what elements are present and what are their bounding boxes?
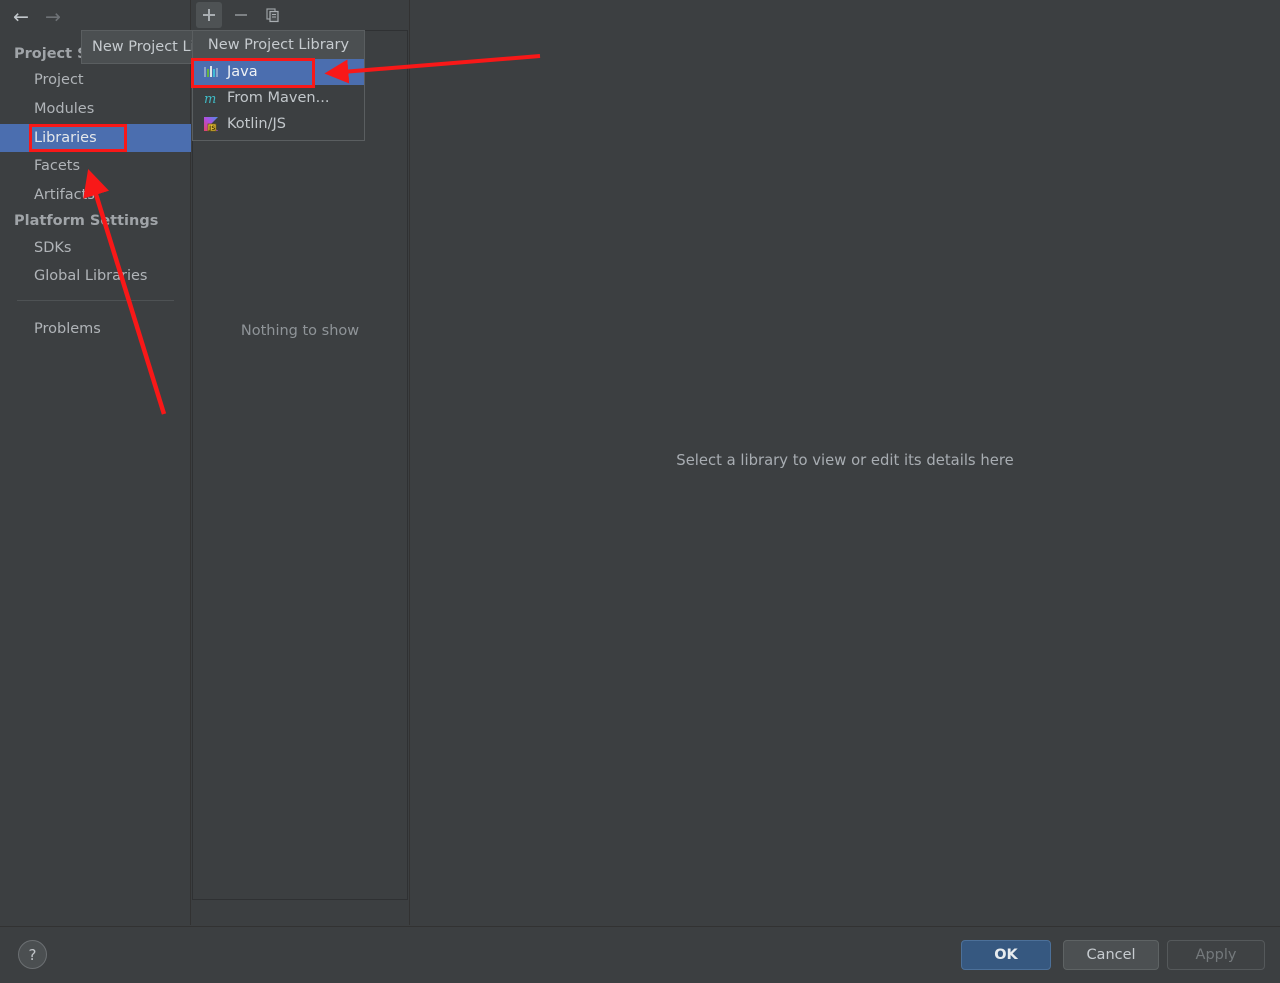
remove-library-button[interactable] (228, 2, 254, 28)
question-mark-icon: ? (28, 945, 37, 964)
maven-icon: m (204, 92, 216, 106)
sidebar-item-label: Project (34, 72, 84, 88)
sidebar-item-sdks[interactable]: SDKs (0, 234, 191, 262)
empty-list-message: Nothing to show (240, 323, 360, 339)
apply-button-label: Apply (1195, 947, 1237, 963)
svg-text:m: m (204, 92, 216, 106)
svg-text:JS: JS (208, 125, 216, 132)
sidebar: ← → Project Settings Project Modules Lib… (0, 0, 191, 925)
arrow-right-icon[interactable]: → (40, 4, 66, 30)
sidebar-item-global-libraries[interactable]: Global Libraries (0, 262, 191, 290)
ok-button[interactable]: OK (961, 940, 1051, 970)
library-detail-panel: Select a library to view or edit its det… (410, 0, 1280, 925)
apply-button: Apply (1167, 940, 1265, 970)
sidebar-item-artifacts[interactable]: Artifacts (0, 181, 191, 209)
popup-item-label: Java (227, 64, 258, 80)
ok-button-label: OK (994, 947, 1018, 963)
cancel-button-label: Cancel (1086, 947, 1136, 963)
sidebar-item-label: Modules (34, 101, 95, 117)
sidebar-item-label: Artifacts (34, 187, 95, 203)
popup-item-label: From Maven... (227, 90, 330, 106)
libraries-toolbar (192, 0, 409, 30)
popup-item-from-maven[interactable]: m From Maven... (193, 85, 364, 111)
sidebar-item-label: Global Libraries (34, 268, 148, 284)
popup-item-label: Kotlin/JS (227, 116, 286, 132)
sidebar-divider (17, 300, 174, 301)
sidebar-item-label: Problems (34, 321, 101, 337)
copy-library-button[interactable] (260, 2, 286, 28)
popup-item-java[interactable]: Java (193, 59, 364, 85)
copy-icon (266, 8, 279, 23)
cancel-button[interactable]: Cancel (1063, 940, 1159, 970)
sidebar-item-label: Facets (34, 158, 81, 174)
sidebar-item-project[interactable]: Project (0, 66, 191, 94)
popup-item-kotlin-js[interactable]: JS Kotlin/JS (193, 111, 364, 137)
kotlin-js-icon: JS (204, 117, 218, 132)
sidebar-item-libraries[interactable]: Libraries (0, 124, 191, 152)
detail-empty-message: Select a library to view or edit its det… (676, 452, 1014, 469)
sidebar-item-modules[interactable]: Modules (0, 95, 191, 123)
minus-icon (235, 14, 247, 16)
project-structure-dialog: ← → Project Settings Project Modules Lib… (0, 0, 1280, 983)
sidebar-section-title-platform-settings: Platform Settings (14, 213, 159, 229)
arrow-left-icon[interactable]: ← (8, 4, 34, 30)
sidebar-item-label: SDKs (34, 240, 72, 256)
add-library-button[interactable] (196, 2, 222, 28)
sidebar-item-label: Libraries (34, 130, 97, 146)
plus-icon (203, 9, 215, 21)
new-project-library-popup: New Project Library Java m From Maven... (192, 30, 365, 141)
sidebar-item-problems[interactable]: Problems (0, 315, 191, 343)
libraries-list[interactable]: Nothing to show (192, 30, 408, 900)
sidebar-item-facets[interactable]: Facets (0, 152, 191, 180)
help-button[interactable]: ? (18, 940, 47, 969)
java-icon (204, 66, 218, 77)
popup-header: New Project Library (193, 31, 364, 59)
